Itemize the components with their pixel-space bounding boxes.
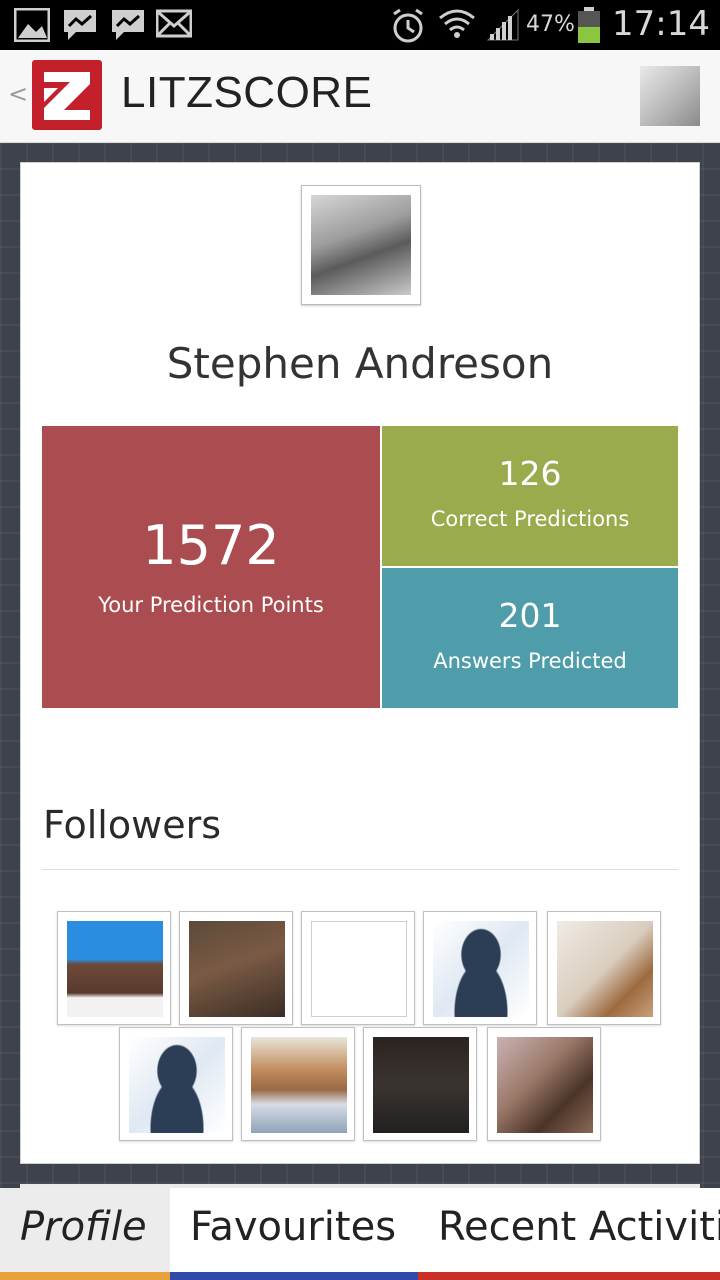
follower-avatar[interactable] (547, 911, 661, 1025)
follower-avatar[interactable] (423, 911, 537, 1025)
default-avatar-icon (433, 921, 529, 1017)
profile-card: Stephen Andreson 1572 Your Prediction Po… (20, 162, 700, 1164)
answers-predicted-tile[interactable]: 201 Answers Predicted (382, 568, 678, 708)
app-bar: < LITZSCORE (0, 50, 720, 143)
status-bar: 47% 17:14 (0, 0, 720, 50)
follower-photo (311, 921, 407, 1017)
prediction-points-label: Your Prediction Points (98, 593, 324, 617)
follower-avatar[interactable] (241, 1027, 355, 1141)
profile-photo (311, 195, 411, 295)
follower-avatar[interactable] (301, 911, 415, 1025)
battery-icon (578, 7, 600, 43)
follower-avatar[interactable] (179, 911, 293, 1025)
answers-predicted-label: Answers Predicted (433, 649, 627, 673)
default-avatar-icon (129, 1037, 225, 1133)
mail-icon (156, 9, 192, 38)
battery-percent: 47% (526, 12, 575, 37)
follower-avatar[interactable] (487, 1027, 601, 1141)
tab-recent-indicator (418, 1272, 720, 1280)
follower-photo (67, 921, 163, 1017)
alarm-icon (393, 8, 423, 43)
messenger-icon (112, 10, 144, 40)
prediction-points-value: 1572 (142, 514, 280, 577)
tab-profile-indicator (0, 1272, 170, 1280)
prediction-points-tile[interactable]: 1572 Your Prediction Points (42, 426, 380, 708)
profile-photo-frame[interactable] (301, 185, 421, 305)
logo-mark-icon (44, 72, 90, 120)
back-button[interactable]: < (8, 80, 28, 108)
correct-predictions-label: Correct Predictions (430, 507, 630, 531)
followers-divider (42, 869, 678, 870)
followers-heading: Followers (43, 803, 221, 847)
gallery-icon (14, 8, 50, 42)
follower-photo (497, 1037, 593, 1133)
tab-bar: Profile Favourites Recent Activiti (0, 1188, 720, 1280)
user-name: Stephen Andreson (166, 339, 554, 388)
app-title: LITZSCORE (121, 68, 373, 117)
tab-recent-activities[interactable]: Recent Activiti (418, 1188, 720, 1280)
tab-profile-label: Profile (20, 1204, 147, 1250)
tab-favourites-indicator (170, 1272, 418, 1280)
follower-photo (251, 1037, 347, 1133)
follower-avatar[interactable] (363, 1027, 477, 1141)
header-avatar[interactable] (640, 66, 700, 126)
answers-predicted-value: 201 (498, 596, 562, 635)
follower-photo (557, 921, 653, 1017)
follower-avatar[interactable] (57, 911, 171, 1025)
tab-profile[interactable]: Profile (0, 1188, 170, 1280)
tab-recent-label: Recent Activiti (438, 1204, 720, 1250)
tab-favourites[interactable]: Favourites (170, 1188, 418, 1280)
follower-photo (373, 1037, 469, 1133)
wifi-icon (439, 9, 475, 38)
tab-favourites-label: Favourites (190, 1204, 397, 1250)
correct-predictions-tile[interactable]: 126 Correct Predictions (382, 426, 678, 566)
follower-photo (189, 921, 285, 1017)
signal-icon (486, 8, 519, 41)
clock: 17:14 (612, 4, 710, 44)
messenger-icon (64, 10, 96, 40)
correct-predictions-value: 126 (498, 454, 562, 493)
follower-avatar[interactable] (119, 1027, 233, 1141)
litzscore-logo[interactable] (32, 60, 102, 130)
